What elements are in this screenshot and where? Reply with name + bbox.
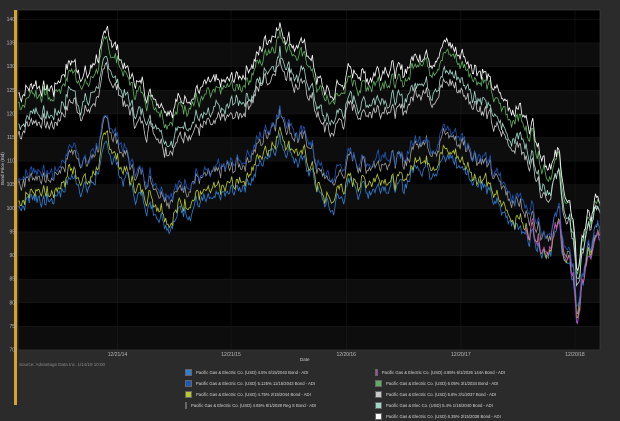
grid-band	[18, 326, 600, 350]
y-tick-label: 95	[9, 229, 15, 235]
legend-swatch	[185, 390, 192, 398]
legend-label: Pacific Gas & Electric Co. (USD) 4.5% 6/…	[196, 369, 309, 375]
y-tick-label: 135	[7, 41, 16, 47]
legend-item: Pacific Gas & Electric Co. (USD) 4.65% 8…	[185, 400, 317, 410]
x-tick-label: 12/20/17	[451, 352, 471, 358]
legend-label: Pacific Gas & Electric Co. (USD) 6.35% 2…	[386, 413, 501, 419]
legend-swatch	[375, 368, 378, 376]
bond-price-chart: 70 75 80 85 90 95 100 105 110 115 120 125 130 135 140 1…	[7, 9, 601, 358]
grid-band	[18, 43, 600, 67]
legend-item: Pacific Gas & Elec Co. (USD) 5.4% 1/15/2…	[375, 400, 505, 410]
source-note: Source: Advantage Data Inc. 1/14/19 10:0…	[19, 362, 106, 367]
legend-label: Pacific Gas & Electric Co. (USD) 5.125% …	[195, 380, 315, 386]
y-tick-label: 75	[9, 324, 15, 330]
x-tick-label: 12/21/15	[221, 352, 241, 358]
y-axis-title: Bond Price (Bid)	[0, 152, 5, 185]
x-axis-title: Date	[300, 357, 310, 362]
legend-swatch	[375, 379, 382, 387]
y-tick-label: 90	[9, 253, 15, 259]
x-tick-label: 12/20/18	[565, 352, 585, 358]
legend-swatch	[375, 412, 382, 420]
legend-label: Pacific Gas & Electric Co. (USD) 5.8% 3/…	[386, 391, 497, 397]
legend-item: Pacific Gas & Electric Co. (USD) 4.5% 6/…	[185, 367, 315, 377]
legend-swatch	[185, 379, 192, 387]
y-tick-label: 80	[9, 300, 15, 306]
legend-label: Pacific Gas & Electric Co. (USD) 6.05% 3…	[386, 380, 499, 386]
y-tick-label: 70	[9, 348, 15, 354]
y-tick-label: 115	[7, 135, 15, 141]
y-tick-label: 120	[7, 111, 16, 117]
legend-label: Pacific Gas & Electric Co. (USD) 4.75% 2…	[196, 391, 311, 397]
legend-item: Pacific Gas & Electric Co. (USD) 4.75% 2…	[185, 389, 315, 399]
legend-item: Pacific Gas & Electric Co. (USD) 5.8% 3/…	[375, 389, 505, 399]
legend-item: Pacific Gas & Electric Co. (USD) 4.95% 6…	[375, 367, 505, 377]
y-tick-label: 140	[7, 17, 16, 23]
legend-item: Pacific Gas & Electric Co. (USD) 6.05% 3…	[375, 378, 505, 388]
y-tick-label: 130	[7, 64, 16, 70]
legend-label: Pacific Gas & Elec Co. (USD) 5.4% 1/15/2…	[386, 402, 493, 408]
legend-item: Pacific Gas & Electric Co. (USD) 5.125% …	[185, 378, 315, 388]
x-tick-label: 12/21/14	[108, 352, 128, 358]
legend-swatch	[375, 390, 382, 398]
y-tick-label: 125	[7, 88, 16, 94]
x-tick-label: 12/20/16	[337, 352, 357, 358]
y-tick-label: 105	[7, 182, 16, 188]
y-tick-label: 100	[7, 206, 16, 212]
legend-label: Pacific Gas & Electric Co. (USD) 4.95% 6…	[381, 369, 505, 375]
grid-band	[18, 279, 600, 303]
legend-swatch	[185, 401, 187, 409]
legend-swatch	[185, 368, 192, 376]
legend-swatch	[375, 401, 382, 409]
grid-band	[18, 231, 600, 256]
legend-label: Pacific Gas & Electric Co. (USD) 4.65% 8…	[191, 402, 317, 408]
y-tick-label: 110	[7, 159, 15, 165]
y-tick-label: 85	[9, 277, 15, 283]
legend: Pacific Gas & Electric Co. (USD) 4.5% 6/…	[185, 367, 615, 421]
